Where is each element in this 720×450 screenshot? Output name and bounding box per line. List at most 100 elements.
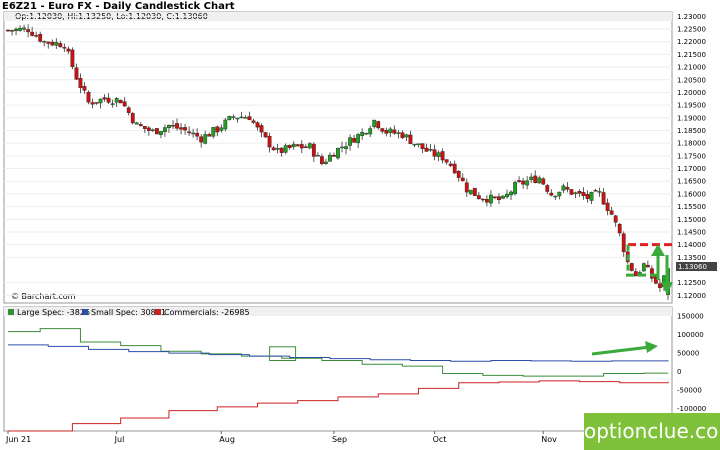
candle-down — [86, 91, 91, 103]
candle-up — [553, 195, 558, 198]
candle-down — [70, 49, 75, 67]
candle-down — [62, 47, 67, 49]
candle-up — [315, 154, 320, 157]
price-tick-label: 1.12000 — [677, 292, 706, 300]
candle-down — [332, 154, 336, 157]
candle-down — [299, 144, 304, 149]
candle-up — [501, 195, 505, 199]
candle-up — [396, 132, 401, 134]
candle-down — [617, 223, 622, 234]
candle-up — [211, 127, 216, 137]
candle-down — [183, 127, 187, 131]
candle-down — [195, 132, 200, 137]
candle-up — [416, 143, 421, 145]
candle-down — [480, 198, 485, 201]
candle-down — [533, 175, 538, 183]
candle-down — [90, 102, 95, 105]
candle-up — [231, 116, 236, 118]
candle-down — [267, 135, 272, 148]
price-tick-label: 1.22500 — [677, 26, 706, 34]
candle-up — [134, 122, 139, 125]
candle-down — [58, 43, 63, 48]
month-tick-label: Jun 21 — [5, 435, 31, 444]
price-tick-label: 1.15500 — [677, 203, 706, 211]
candle-up — [235, 117, 240, 120]
candle-down — [521, 180, 526, 185]
candle-down — [593, 190, 598, 192]
cot-tick-label: 150000 — [677, 313, 704, 321]
candle-up — [360, 131, 365, 136]
candle-down — [585, 194, 590, 199]
price-tick-label: 1.23000 — [677, 13, 706, 21]
candle-up — [505, 193, 509, 198]
candle-down — [621, 233, 626, 253]
price-tick-label: 1.18000 — [677, 140, 706, 148]
candle-up — [239, 116, 244, 119]
price-axis: 1.23000 1.22500 1.22000 1.21500 1.21000 1.205… — [677, 13, 706, 300]
price-tick-label: 1.17500 — [677, 152, 706, 160]
legend-commercials: Commercials: -26985 — [164, 308, 250, 317]
price-tick-label: 1.19500 — [677, 102, 706, 110]
candle-down — [549, 192, 554, 196]
candle-down — [392, 129, 397, 134]
candle-down — [6, 29, 10, 32]
candle-down — [456, 171, 461, 178]
candle-down — [380, 128, 385, 132]
candle-down — [199, 136, 204, 143]
candle-down — [30, 31, 35, 36]
candle-down — [215, 126, 220, 133]
candle-down — [78, 78, 83, 88]
price-tick-label: 1.22000 — [677, 38, 706, 46]
month-tick-label: Nov — [541, 435, 557, 444]
cot-tick-label: 50000 — [677, 350, 699, 358]
candle-down — [26, 29, 31, 33]
candle-up — [348, 137, 352, 146]
price-tick-label: 1.12500 — [677, 279, 706, 287]
price-tick-label: 1.17000 — [677, 165, 706, 173]
candle-down — [179, 127, 183, 130]
candle-down — [303, 146, 308, 148]
candle-up — [324, 161, 328, 164]
candle-down — [352, 138, 356, 143]
chart-stage: E6Z21 - Euro FX - Daily Candlestick Char… — [0, 0, 720, 450]
candle-up — [110, 103, 115, 105]
cot-tick-label: 100000 — [677, 331, 704, 339]
candle-up — [561, 185, 566, 191]
candle-down — [577, 191, 582, 194]
candle-up — [412, 143, 417, 146]
month-tick-label: Oct — [433, 435, 447, 444]
candle-down — [464, 182, 469, 193]
candle-down — [66, 48, 71, 52]
candle-down — [472, 187, 477, 196]
candle-down — [420, 143, 425, 149]
candle-up — [525, 180, 530, 186]
candle-up — [159, 131, 163, 135]
candle-down — [138, 124, 143, 127]
candle-up — [489, 194, 493, 204]
source-credit: © Barchart.com — [11, 292, 76, 301]
candle-down — [545, 185, 550, 192]
candle-down — [569, 189, 574, 195]
candle-down — [279, 147, 284, 153]
candle-down — [384, 129, 389, 134]
candle-up — [150, 129, 155, 132]
candle-down — [601, 192, 606, 205]
cot-tick-label: 0 — [677, 368, 681, 376]
candle-up — [340, 146, 344, 149]
legend-swatch-large-spec — [8, 309, 14, 315]
candle-up — [368, 128, 373, 135]
candle-up — [22, 27, 26, 30]
candle-up — [641, 263, 646, 272]
candle-down — [171, 124, 175, 127]
candle-up — [573, 192, 578, 195]
candle-down — [448, 163, 453, 167]
candle-down — [609, 210, 614, 215]
candle-up — [283, 145, 288, 153]
candle-up — [529, 176, 534, 180]
candle-down — [118, 99, 123, 104]
price-tick-label: 1.13500 — [677, 254, 706, 262]
cot-panel-frame — [3, 306, 673, 432]
last-price-label: 1.13060 — [678, 263, 707, 271]
candle-down — [497, 196, 501, 200]
candle-up — [597, 191, 602, 193]
